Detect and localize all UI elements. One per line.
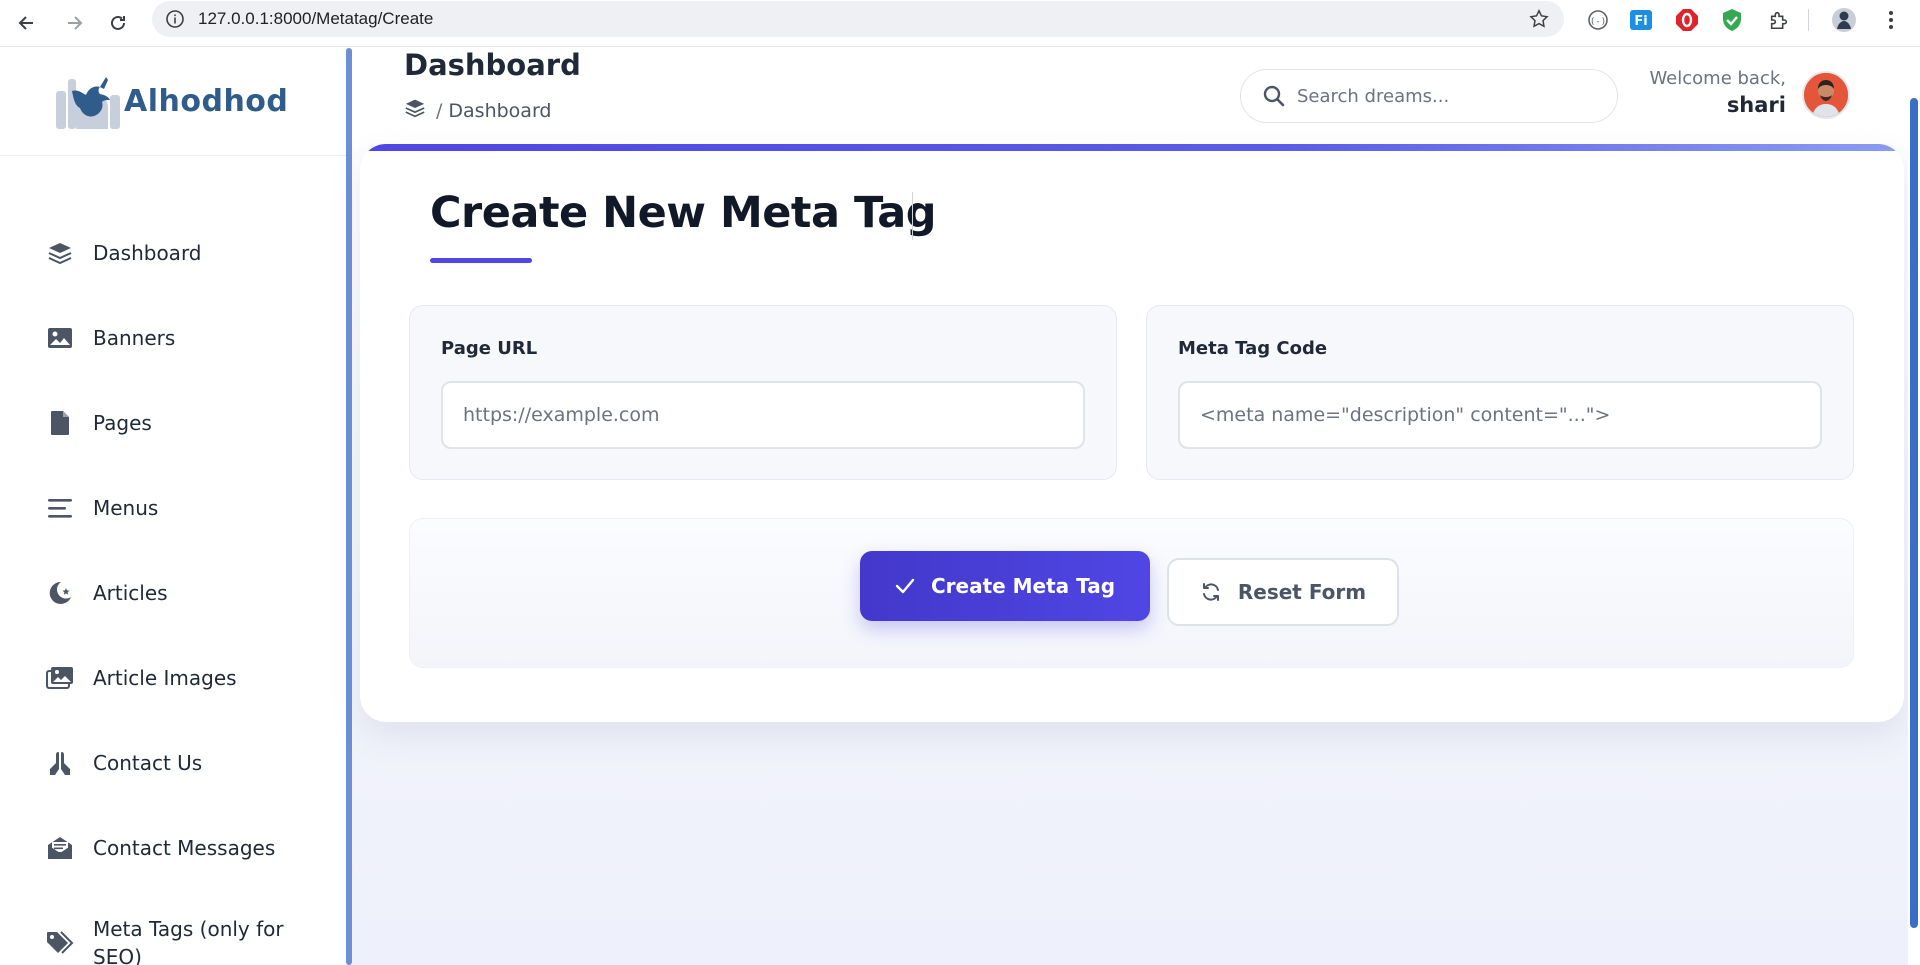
page-url-field[interactable] (441, 381, 1085, 449)
meta-tag-code-label: Meta Tag Code (1178, 338, 1328, 359)
star-icon[interactable] (1528, 8, 1550, 34)
sidebar-item-meta-tags[interactable]: Meta Tags (only for SEO) (0, 910, 346, 965)
reset-form-button[interactable]: Reset Form (1167, 558, 1399, 626)
url-text[interactable]: 127.0.0.1:8000/Metatag/Create (198, 9, 433, 29)
welcome-username: shari (1726, 93, 1786, 117)
tags-icon (44, 927, 76, 959)
meta-tag-code-panel: Meta Tag Code (1146, 305, 1854, 480)
envelope-open-icon (44, 832, 76, 864)
create-meta-tag-card: Create New Meta Tag Page URL Meta Tag Co… (360, 144, 1904, 722)
page-url-panel: Page URL (409, 305, 1117, 480)
menu-lines-icon (44, 492, 76, 524)
menu-dots-icon[interactable] (1877, 6, 1905, 34)
layers-icon[interactable] (404, 98, 426, 123)
form-actions: Create Meta Tag Reset Form (409, 518, 1854, 668)
sidebar-item-banners[interactable]: Banners (0, 308, 346, 368)
image-icon (44, 322, 76, 354)
refresh-icon (1200, 581, 1222, 603)
sidebar-item-dashboard[interactable]: Dashboard (0, 223, 346, 283)
search-box[interactable] (1240, 69, 1618, 123)
sidebar-item-pages[interactable]: Pages (0, 393, 346, 453)
reset-form-label: Reset Form (1237, 580, 1367, 604)
card-accent-bar (360, 144, 1904, 151)
browser-toolbar: 127.0.0.1:8000/Metatag/Create (-) Fi (0, 0, 1920, 47)
check-icon (895, 578, 915, 594)
meta-tag-code-input[interactable] (1200, 404, 1820, 426)
extension-icon[interactable]: (-) (1584, 6, 1612, 34)
layers-icon (44, 237, 76, 269)
main-content: Dashboard / Dashboard Welcome back, shar… (352, 48, 1920, 965)
fi-extension-icon[interactable]: Fi (1627, 6, 1655, 34)
heading-underline (430, 258, 532, 263)
welcome-block: Welcome back, shari (1649, 68, 1786, 117)
svg-text:(-): (-) (1590, 17, 1606, 27)
sidebar-item-article-images[interactable]: Article Images (0, 648, 346, 708)
page-scrollbar-thumb[interactable] (1910, 98, 1918, 928)
sidebar-item-contact-us[interactable]: Contact Us (0, 733, 346, 793)
sidebar-item-label: Dashboard (93, 241, 202, 265)
brand[interactable]: Alhodhod (0, 48, 346, 156)
sidebar-item-label: Contact Us (93, 751, 203, 775)
hoopoe-logo-icon (56, 76, 120, 129)
sidebar: Alhodhod Dashboard Banners Pages Menus A… (0, 48, 352, 965)
file-icon (44, 407, 76, 439)
sidebar-item-menus[interactable]: Menus (0, 478, 346, 538)
brand-name: Alhodhod (124, 84, 289, 119)
sidebar-item-label: Meta Tags (only for SEO) (93, 917, 284, 965)
sidebar-item-label: Article Images (93, 666, 237, 690)
create-meta-tag-button[interactable]: Create Meta Tag (860, 551, 1150, 621)
page-title: Dashboard (404, 48, 581, 82)
form-heading: Create New Meta Tag (430, 188, 937, 238)
puzzle-extensions-icon[interactable] (1765, 6, 1793, 34)
toolbar-divider (1808, 9, 1809, 31)
sidebar-item-articles[interactable]: Articles (0, 563, 346, 623)
back-arrow-icon[interactable] (10, 6, 44, 40)
images-icon (44, 662, 76, 694)
sidebar-item-label: Contact Messages (93, 836, 276, 860)
page-url-label: Page URL (441, 338, 538, 359)
search-input[interactable] (1297, 85, 1597, 107)
shield-extension-icon[interactable] (1718, 6, 1746, 34)
praying-hands-icon (44, 747, 76, 779)
avatar[interactable] (1802, 71, 1850, 119)
reload-icon[interactable] (101, 6, 135, 40)
breadcrumb-separator: / (436, 99, 443, 122)
sidebar-item-label: Banners (93, 326, 176, 350)
breadcrumb-current[interactable]: Dashboard (448, 100, 551, 122)
welcome-greeting: Welcome back, (1649, 68, 1786, 89)
search-icon (1261, 83, 1287, 109)
page-url-input[interactable] (463, 404, 1083, 426)
profile-icon[interactable] (1830, 6, 1858, 34)
address-bar[interactable]: 127.0.0.1:8000/Metatag/Create (152, 1, 1564, 37)
forward-arrow-icon[interactable] (57, 6, 91, 40)
sidebar-item-label: Menus (93, 496, 159, 520)
info-icon[interactable] (164, 8, 186, 30)
breadcrumb: / Dashboard (404, 98, 552, 123)
create-meta-tag-label: Create Meta Tag (930, 574, 1116, 598)
heading-divider (912, 192, 913, 240)
svg-text:Fi: Fi (1634, 14, 1647, 29)
sidebar-item-label: Pages (93, 411, 152, 435)
crescent-star-icon (44, 577, 76, 609)
sidebar-item-contact-messages[interactable]: Contact Messages (0, 818, 346, 878)
adblock-extension-icon[interactable] (1673, 6, 1701, 34)
page-scrollbar-track[interactable] (1908, 48, 1920, 965)
topbar: Dashboard / Dashboard Welcome back, shar… (352, 48, 1920, 148)
sidebar-item-label: Articles (93, 581, 168, 605)
meta-tag-code-field[interactable] (1178, 381, 1822, 449)
